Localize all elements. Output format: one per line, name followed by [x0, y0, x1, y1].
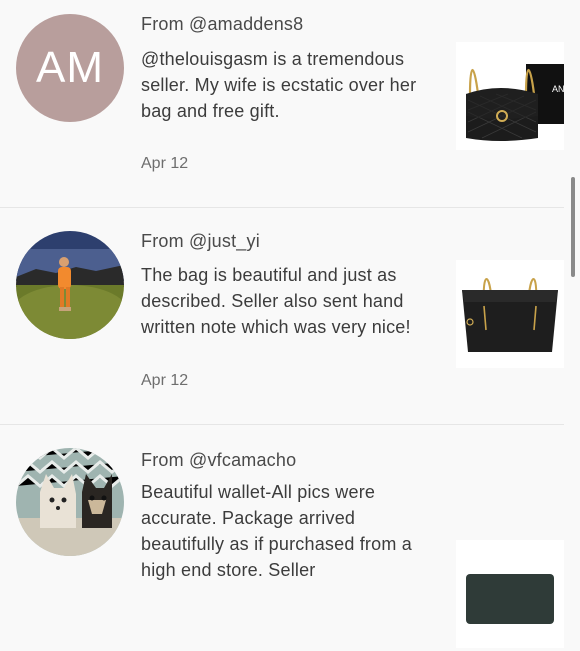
box-label: AN	[552, 84, 564, 94]
avatar-initials: AM	[36, 43, 104, 92]
review-from-username[interactable]: From @just_yi	[141, 231, 260, 252]
dogs-photo-icon	[16, 448, 124, 556]
divider	[0, 207, 564, 208]
review-date: Apr 12	[141, 372, 189, 389]
wallet-icon	[466, 574, 554, 624]
review-date: Apr 12	[141, 155, 189, 172]
review-item: AM From @amaddens8 @thelouisgasm is a tr…	[0, 0, 580, 217]
person-photo-icon	[16, 231, 124, 339]
avatar[interactable]: AM	[16, 14, 124, 122]
tote-bag-icon	[462, 278, 558, 352]
review-comment: @thelouisgasm is a tremendous seller. My…	[141, 49, 417, 121]
divider	[0, 424, 564, 425]
product-thumbnail[interactable]: AN	[456, 42, 564, 150]
scrollbar[interactable]	[571, 177, 575, 277]
avatar[interactable]	[16, 448, 124, 556]
product-thumbnail[interactable]	[456, 540, 564, 648]
review-from-username[interactable]: From @amaddens8	[141, 14, 303, 35]
review-item: From @just_yi The bag is beautiful and j…	[0, 217, 580, 434]
review-from-username[interactable]: From @vfcamacho	[141, 450, 296, 471]
review-item: From @vfcamacho Beautiful wallet-All pic…	[0, 434, 580, 651]
product-thumbnail[interactable]	[456, 260, 564, 368]
avatar[interactable]	[16, 231, 124, 339]
review-comment: Beautiful wallet-All pics were accurate.…	[141, 482, 412, 580]
review-comment: The bag is beautiful and just as describ…	[141, 265, 411, 337]
quilted-flap-bag-icon: AN	[466, 64, 564, 141]
